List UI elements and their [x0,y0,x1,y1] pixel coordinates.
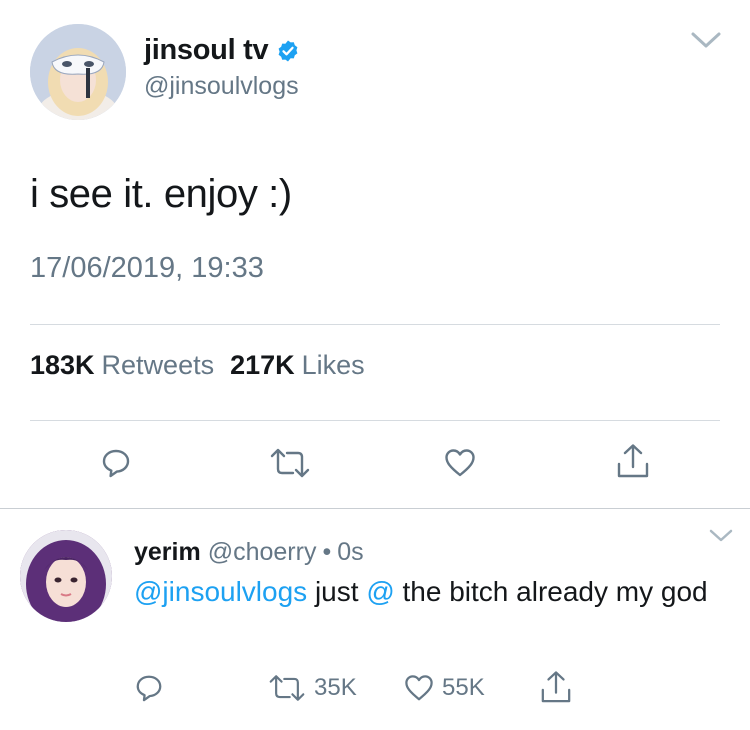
reply-mention-at[interactable]: @ [366,576,394,607]
reply-time[interactable]: 0s [337,538,363,567]
share-icon [617,444,649,478]
reply-mention[interactable]: @jinsoulvlogs [134,576,307,607]
like-icon [405,675,433,701]
retweet-icon [269,675,305,701]
reply-like-button[interactable]: 55K [404,674,485,702]
reply-avatar[interactable] [20,530,112,622]
reply-header: yerim @choerry • 0s [134,538,364,567]
retweets-count[interactable]: 183K [30,350,95,381]
reply-display-name[interactable]: yerim [134,538,201,567]
like-icon [445,449,475,477]
divider [30,420,720,421]
reply-retweet-button[interactable]: 35K [268,674,357,702]
main-tweet: jinsoul tv @jinsoulvlogs i see it. enjoy… [0,0,750,508]
reply-text-part: the bitch already my god [394,576,708,607]
retweet-count: 35K [314,674,357,701]
retweet-button[interactable] [269,448,311,478]
likes-label[interactable]: Likes [302,350,365,381]
divider [0,508,750,509]
author-name-row[interactable]: jinsoul tv [144,34,300,67]
reply-reply-button[interactable] [134,673,164,703]
divider [30,324,720,325]
reply-icon [102,449,130,478]
reply-button[interactable] [100,447,132,479]
tweet-stats: 183K Retweets 217K Likes [30,350,381,381]
tweet-text: i see it. enjoy :) [30,172,292,216]
avatar[interactable] [30,24,126,120]
share-icon [541,671,571,703]
share-button[interactable] [616,443,650,479]
reply-text-part: just [307,576,367,607]
tweet-timestamp: 17/06/2019, 19:33 [30,252,264,284]
like-button[interactable] [444,448,476,478]
reply-handle[interactable]: @choerry [208,538,317,567]
reply-text: @jinsoulvlogs just @ the bitch already m… [134,574,714,610]
like-count: 55K [442,674,485,701]
retweet-icon [270,448,310,478]
verified-badge-icon [278,40,298,61]
likes-count[interactable]: 217K [230,350,295,381]
chevron-down-icon[interactable] [690,30,722,50]
reply-icon [136,675,162,702]
retweets-label[interactable]: Retweets [102,350,215,381]
separator-dot: • [322,538,332,566]
reply-share-button[interactable] [540,670,572,704]
author-display-name[interactable]: jinsoul tv [144,34,269,67]
author-handle[interactable]: @jinsoulvlogs [144,72,299,101]
chevron-down-icon[interactable] [708,528,734,544]
